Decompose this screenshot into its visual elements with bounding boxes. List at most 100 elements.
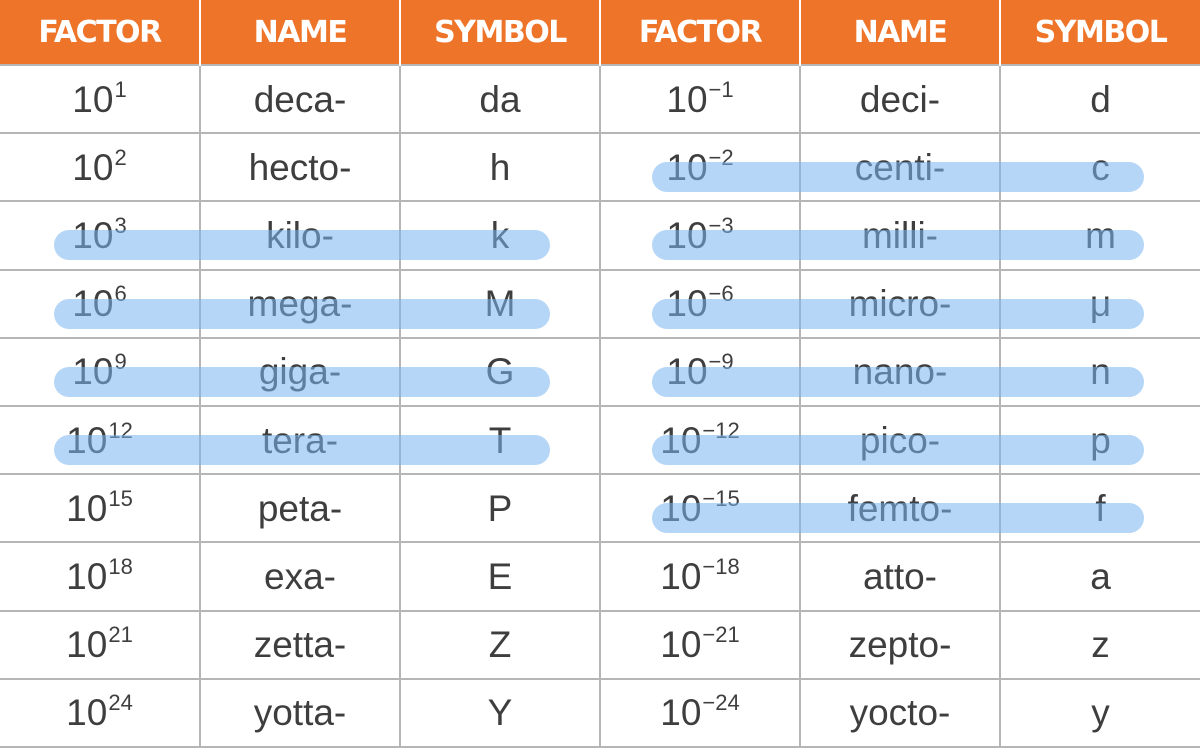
prefix-symbol-cell: p	[999, 404, 1200, 476]
header-symbol-right: SYMBOL	[1000, 0, 1200, 65]
factor-base: 10	[660, 487, 702, 529]
factor-base: 10	[660, 555, 702, 597]
factor-exponent: 9	[114, 349, 127, 375]
prefix-symbol-cell: μ	[999, 268, 1200, 339]
factor-base: 10	[666, 214, 708, 256]
factor-exponent: 24	[108, 690, 133, 716]
factor-cell: 106	[0, 268, 201, 339]
factor-base: 10	[72, 146, 114, 188]
factor-exponent: −12	[702, 417, 740, 443]
factor-cell: 102	[0, 132, 201, 203]
prefix-symbol-cell: Z	[399, 609, 601, 680]
factor-base: 10	[72, 78, 114, 120]
table-row: 102 hecto-h 10−2 centi-c	[0, 132, 1200, 203]
prefix-name-cell: deci-	[799, 63, 1001, 135]
factor-exponent: 21	[108, 622, 133, 648]
table-row: 101 deca-da 10−1 deci-d	[0, 63, 1200, 135]
prefix-name-cell: zepto-	[799, 609, 1001, 680]
table-row: 1021 zetta- Z 10−21 zepto-z	[0, 609, 1200, 680]
factor-base: 10	[666, 78, 708, 120]
factor-cell: 10−15	[599, 473, 801, 544]
factor-cell: 1018	[0, 541, 201, 612]
factor-exponent: −2	[708, 144, 734, 170]
prefix-name-cell: milli-	[799, 200, 1001, 271]
prefix-symbol-cell: da	[399, 63, 601, 135]
factor-exponent: −9	[708, 349, 734, 375]
factor-base: 10	[666, 351, 708, 393]
prefix-symbol-cell: T	[399, 404, 601, 476]
table-row: 109 giga- G 10−9 nano-n	[0, 336, 1200, 407]
header-symbol-left: SYMBOL	[400, 0, 601, 65]
prefix-symbol-cell: a	[999, 541, 1200, 612]
prefix-symbol-cell: c	[999, 132, 1200, 203]
factor-exponent: −1	[708, 76, 734, 102]
factor-base: 10	[66, 555, 108, 597]
prefix-name-cell: kilo-	[199, 200, 401, 271]
table-row: 1024 yotta- Y 10−24 yocto-y	[0, 677, 1200, 749]
prefix-symbol-cell: E	[399, 541, 601, 612]
factor-exponent: −3	[708, 212, 734, 238]
factor-exponent: −6	[708, 281, 734, 307]
prefix-symbol-cell: k	[399, 200, 601, 271]
factor-base: 10	[660, 624, 702, 666]
factor-base: 10	[66, 692, 108, 734]
prefix-name-cell: tera-	[199, 404, 401, 476]
table-row: 1015 peta- P 10−15 femto-f	[0, 473, 1200, 544]
factor-base: 10	[666, 146, 708, 188]
prefix-name-cell: exa-	[199, 541, 401, 612]
prefix-name-cell: hecto-	[199, 132, 401, 203]
factor-cell: 10−24	[599, 677, 801, 749]
prefix-name-cell: peta-	[199, 473, 401, 544]
factor-cell: 10−1	[599, 63, 801, 135]
prefix-symbol-cell: G	[399, 336, 601, 407]
prefix-symbol-cell: f	[999, 473, 1200, 544]
prefix-symbol-cell: Y	[399, 677, 601, 749]
table-row: 103 kilo-k 10−3 milli-m	[0, 200, 1200, 271]
factor-cell: 1021	[0, 609, 201, 680]
prefix-name-cell: nano-	[799, 336, 1001, 407]
factor-cell: 1024	[0, 677, 201, 749]
prefix-symbol-cell: y	[999, 677, 1200, 749]
table-row: 106 mega- M 10−6 micro-μ	[0, 268, 1200, 339]
factor-exponent: 18	[108, 553, 133, 579]
factor-exponent: 1	[114, 76, 127, 102]
factor-cell: 109	[0, 336, 201, 407]
header-name-left: NAME	[200, 0, 401, 65]
factor-cell: 10−6	[599, 268, 801, 339]
prefix-name-cell: centi-	[799, 132, 1001, 203]
factor-base: 10	[66, 419, 108, 461]
prefix-name-cell: deca-	[199, 63, 401, 135]
table-row: 1012 tera- T 10−12 pico-p	[0, 404, 1200, 476]
prefix-name-cell: pico-	[799, 404, 1001, 476]
factor-cell: 10−2	[599, 132, 801, 203]
factor-base: 10	[72, 283, 114, 325]
factor-exponent: −15	[702, 485, 740, 511]
factor-cell: 10−9	[599, 336, 801, 407]
prefix-symbol-cell: n	[999, 336, 1200, 407]
factor-cell: 103	[0, 200, 201, 271]
factor-exponent: 15	[108, 485, 133, 511]
factor-exponent: 6	[114, 281, 127, 307]
prefix-name-cell: mega-	[199, 268, 401, 339]
header-factor-left: FACTOR	[0, 0, 201, 65]
factor-base: 10	[666, 283, 708, 325]
prefix-name-cell: atto-	[799, 541, 1001, 612]
factor-exponent: −18	[702, 553, 740, 579]
prefix-symbol-cell: h	[399, 132, 601, 203]
factor-cell: 10−12	[599, 404, 801, 476]
factor-exponent: 2	[114, 144, 127, 170]
factor-cell: 1015	[0, 473, 201, 544]
prefix-table-container: FACTOR NAME SYMBOL FACTOR NAME SYMBOL 10…	[0, 0, 1200, 752]
factor-base: 10	[72, 351, 114, 393]
prefix-name-cell: femto-	[799, 473, 1001, 544]
prefix-name-cell: giga-	[199, 336, 401, 407]
prefix-symbol-cell: P	[399, 473, 601, 544]
prefix-symbol-cell: d	[999, 63, 1200, 135]
factor-exponent: −21	[702, 622, 740, 648]
factor-exponent: 12	[108, 417, 133, 443]
header-name-right: NAME	[800, 0, 1001, 65]
factor-base: 10	[66, 624, 108, 666]
factor-base: 10	[66, 487, 108, 529]
factor-exponent: 3	[114, 212, 127, 238]
factor-base: 10	[660, 692, 702, 734]
